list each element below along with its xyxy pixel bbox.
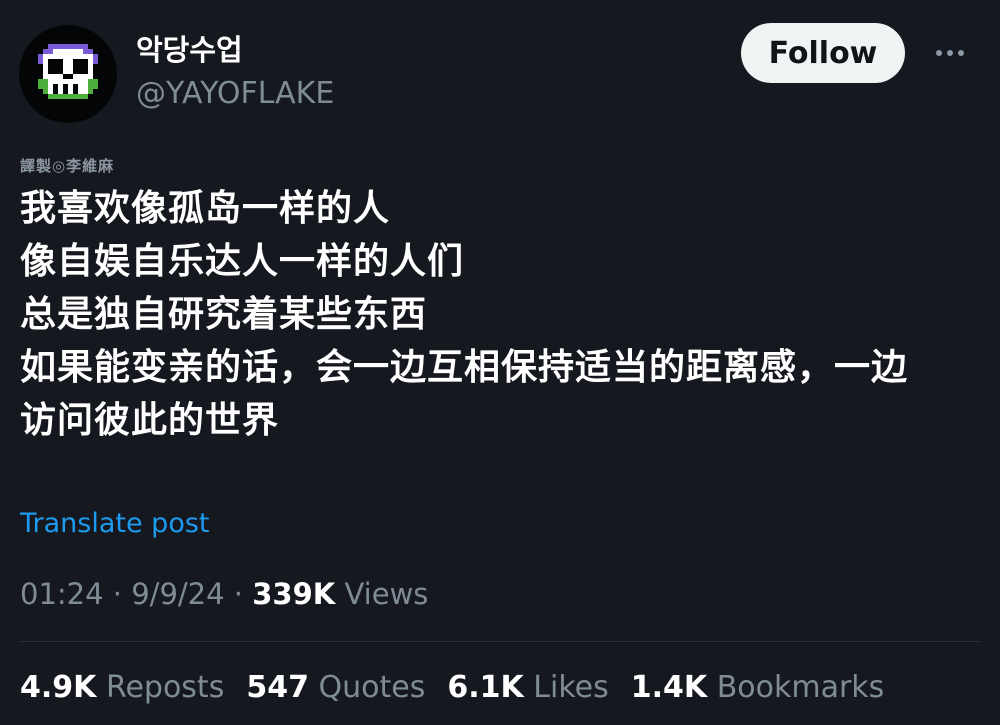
stat-label: Likes xyxy=(533,670,609,705)
meta-separator: · xyxy=(112,577,123,611)
divider xyxy=(20,641,980,642)
stat-count: 4.9K xyxy=(20,670,97,705)
post-text-line: 如果能变亲的话，会一边互相保持适当的距离感，一边 xyxy=(20,347,909,388)
more-horizontal-icon[interactable] xyxy=(926,34,974,72)
views-label: Views xyxy=(344,577,429,611)
tweet-card: 악당수업 @YAYOFLAKE Follow 譯製◎李維麻 我喜欢像孤岛一样的人… xyxy=(0,0,1000,725)
stat-likes[interactable]: 6.1K Likes xyxy=(447,668,608,708)
stat-label: Quotes xyxy=(318,670,426,705)
post-text-line: 访问彼此的世界 xyxy=(20,400,280,441)
dot xyxy=(936,50,942,56)
post-text: 我喜欢像孤岛一样的人 像自娱自乐达人一样的人们 总是独自研究着某些东西 如果能变… xyxy=(20,182,980,447)
author-avatar[interactable] xyxy=(19,25,117,123)
pixel-skull-icon xyxy=(38,44,98,99)
meta-separator: · xyxy=(233,577,244,611)
post-meta: 01:24 · 9/9/24 · 339K Views xyxy=(20,575,428,613)
engagement-stats: 4.9K Reposts 547 Quotes 6.1K Likes 1.4K … xyxy=(20,668,884,708)
stat-bookmarks[interactable]: 1.4K Bookmarks xyxy=(631,668,885,708)
translate-post-link[interactable]: Translate post xyxy=(20,506,210,542)
post-text-line: 像自娱自乐达人一样的人们 xyxy=(20,241,465,282)
post-time[interactable]: 01:24 xyxy=(20,577,104,611)
author-handle[interactable]: @YAYOFLAKE xyxy=(136,74,334,114)
translator-watermark: 譯製◎李維麻 xyxy=(20,157,115,175)
post-text-line: 总是独自研究着某些东西 xyxy=(20,294,428,335)
post-date[interactable]: 9/9/24 xyxy=(131,577,224,611)
stat-quotes[interactable]: 547 Quotes xyxy=(246,668,425,708)
post-text-line: 我喜欢像孤岛一样的人 xyxy=(20,188,391,229)
author-display-name[interactable]: 악당수업 xyxy=(136,30,243,70)
stat-label: Bookmarks xyxy=(716,670,885,705)
views-count[interactable]: 339K xyxy=(252,577,335,611)
follow-button[interactable]: Follow xyxy=(741,23,905,83)
stat-count: 1.4K xyxy=(630,670,708,705)
stat-count: 547 xyxy=(246,670,309,705)
dot xyxy=(947,50,953,56)
stat-reposts[interactable]: 4.9K Reposts xyxy=(20,668,224,708)
dot xyxy=(958,50,964,56)
stat-count: 6.1K xyxy=(447,670,524,705)
stat-label: Reposts xyxy=(105,670,225,705)
